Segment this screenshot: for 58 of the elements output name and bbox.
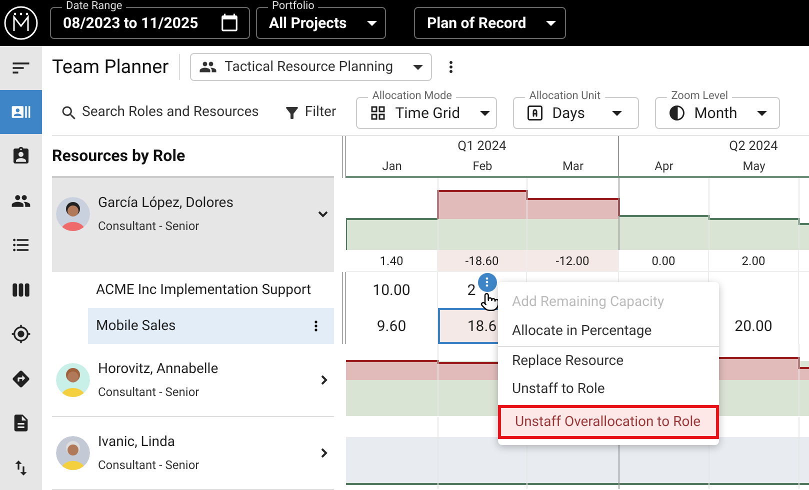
allocation-value: 2 — [467, 280, 476, 301]
filter-button[interactable]: Filter — [282, 102, 336, 123]
chevron-right-icon — [321, 375, 328, 385]
allocation-value: 18.6 — [467, 316, 497, 337]
collapse-button[interactable] — [318, 210, 328, 218]
cell-menu-button[interactable] — [478, 272, 497, 292]
chevron-down-icon — [318, 210, 328, 218]
menu-item[interactable]: Unstaff Overallocation to Role — [498, 405, 719, 439]
allocation-value: 2.00 — [742, 252, 766, 270]
calendar-icon[interactable] — [220, 13, 239, 32]
quarter-label: Q1 2024 — [458, 138, 506, 156]
menu-item[interactable]: Replace Resource — [498, 346, 719, 375]
month-label: Feb — [472, 158, 492, 175]
page-title: Team Planner — [52, 54, 169, 80]
quarter-label: Q2 2024 — [729, 138, 778, 156]
month-label: Apr — [654, 158, 674, 175]
resource-name: García López, Dolores — [98, 194, 234, 213]
allocation-value: 9.60 — [376, 316, 406, 337]
assignment-row[interactable]: ACME Inc Implementation Support — [88, 272, 334, 308]
caret-icon — [612, 110, 622, 116]
letter-square-icon — [526, 104, 544, 122]
search-button[interactable]: Search Roles and Resources — [60, 102, 259, 123]
allocation-value: 0.00 — [652, 252, 676, 270]
direction-sign-icon — [11, 368, 31, 389]
caret-icon — [413, 64, 424, 70]
allocation-value: -12.00 — [556, 252, 590, 270]
menu-item[interactable]: Allocate in Percentage — [498, 317, 719, 346]
allocation-value: 10.00 — [372, 280, 410, 301]
contrast-icon — [668, 104, 686, 122]
allocation-value: -18.60 — [465, 252, 499, 270]
caret-icon — [546, 20, 556, 26]
search-icon — [60, 104, 78, 122]
resource-role: Consultant - Senior — [98, 218, 200, 235]
view-dropdown[interactable]: Tactical Resource Planning — [190, 53, 432, 81]
chevron-right-icon — [321, 448, 328, 458]
allocation-value: 20.00 — [734, 316, 772, 337]
avatar — [56, 363, 90, 397]
expand-button[interactable] — [321, 375, 328, 385]
resource-role: Consultant - Senior — [98, 457, 200, 474]
target-icon — [11, 324, 31, 344]
month-label: Jan — [382, 158, 402, 175]
caret-icon — [757, 110, 768, 116]
caret-icon — [480, 110, 490, 116]
resource-name: Ivanic, Linda — [98, 433, 176, 452]
month-label: Mar — [562, 158, 584, 175]
allocation-value: 1.40 — [380, 252, 404, 270]
month-label: May — [742, 158, 766, 175]
expand-button[interactable] — [321, 448, 328, 458]
panel-title: Resources by Role — [52, 145, 186, 167]
caret-icon — [366, 20, 377, 26]
avatar — [56, 197, 90, 231]
avatar — [56, 436, 90, 470]
resource-role: Consultant - Senior — [98, 384, 200, 401]
assignment-row[interactable]: Mobile Sales — [88, 308, 334, 344]
grid-icon — [369, 104, 388, 122]
logo-icon[interactable] — [4, 6, 38, 40]
resource-name: Horovitz, Annabelle — [98, 360, 220, 379]
clipboard-person-icon — [11, 146, 31, 166]
